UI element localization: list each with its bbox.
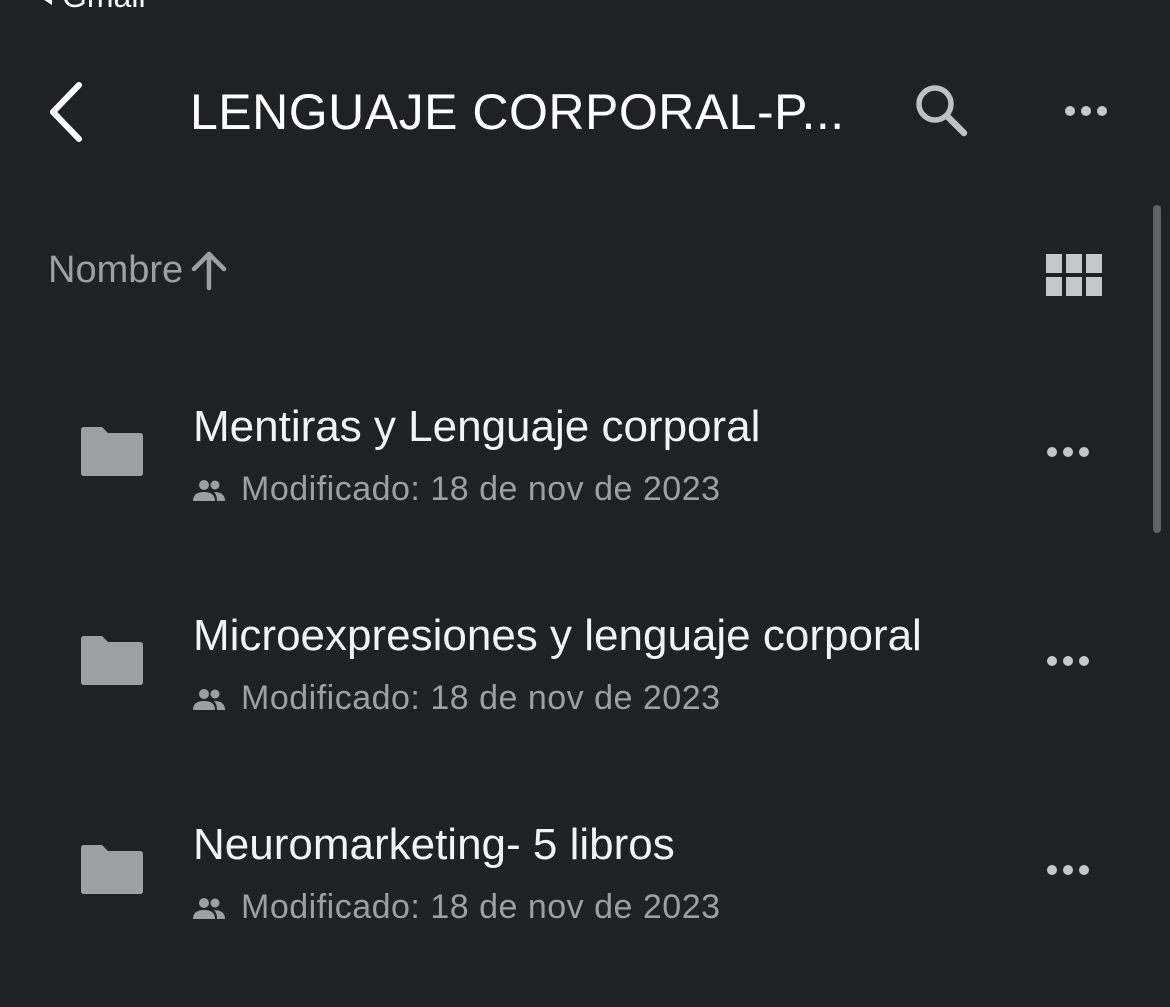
top-app-bar: LENGUAJE CORPORAL-P... xyxy=(0,60,1170,164)
shared-people-icon xyxy=(193,479,225,501)
scrollbar[interactable] xyxy=(1153,205,1161,533)
back-button[interactable] xyxy=(36,80,96,144)
chevron-left-icon xyxy=(50,82,82,142)
search-button[interactable] xyxy=(905,78,977,142)
list-item[interactable]: Microexpresiones y lenguaje corporal Mod… xyxy=(0,589,1150,798)
file-name: Mentiras y Lenguaje corporal xyxy=(193,402,761,451)
folder-icon xyxy=(81,427,143,476)
list-item[interactable]: Neuromarketing- 5 libros Modificado: 18 … xyxy=(0,798,1150,1007)
more-options-button[interactable] xyxy=(1050,84,1122,138)
modified-date: Modificado: 18 de nov de 2023 xyxy=(241,470,721,508)
item-more-button[interactable] xyxy=(1036,848,1100,892)
return-to-app-link[interactable]: Gmail xyxy=(38,0,146,14)
modified-date: Modificado: 18 de nov de 2023 xyxy=(241,888,721,926)
more-horizontal-icon xyxy=(1047,447,1089,457)
folder-icon xyxy=(81,845,143,894)
file-list: Mentiras y Lenguaje corporal Modificado:… xyxy=(0,380,1150,1007)
folder-title: LENGUAJE CORPORAL-P... xyxy=(190,84,845,140)
shared-people-icon xyxy=(193,897,225,919)
sort-label: Nombre xyxy=(48,248,184,291)
back-triangle-icon xyxy=(38,0,52,5)
arrow-up-icon xyxy=(191,251,227,291)
item-more-button[interactable] xyxy=(1036,639,1100,683)
file-meta: Modificado: 18 de nov de 2023 xyxy=(193,679,721,718)
sort-by-name-button[interactable]: Nombre xyxy=(48,248,229,292)
grid-view-button[interactable] xyxy=(1046,254,1102,298)
file-meta: Modificado: 18 de nov de 2023 xyxy=(193,888,721,927)
search-icon xyxy=(916,85,968,137)
file-meta: Modificado: 18 de nov de 2023 xyxy=(193,470,721,509)
folder-icon xyxy=(81,636,143,685)
list-item[interactable]: Mentiras y Lenguaje corporal Modificado:… xyxy=(0,380,1150,589)
file-name: Microexpresiones y lenguaje corporal xyxy=(193,611,922,660)
grid-view-icon xyxy=(1046,254,1062,273)
sort-bar: Nombre xyxy=(0,240,1170,312)
item-more-button[interactable] xyxy=(1036,430,1100,474)
more-horizontal-icon xyxy=(1065,106,1107,116)
shared-people-icon xyxy=(193,688,225,710)
more-horizontal-icon xyxy=(1047,656,1089,666)
modified-date: Modificado: 18 de nov de 2023 xyxy=(241,679,721,717)
file-name: Neuromarketing- 5 libros xyxy=(193,820,675,869)
more-horizontal-icon xyxy=(1047,865,1089,875)
return-app-label: Gmail xyxy=(62,0,146,15)
